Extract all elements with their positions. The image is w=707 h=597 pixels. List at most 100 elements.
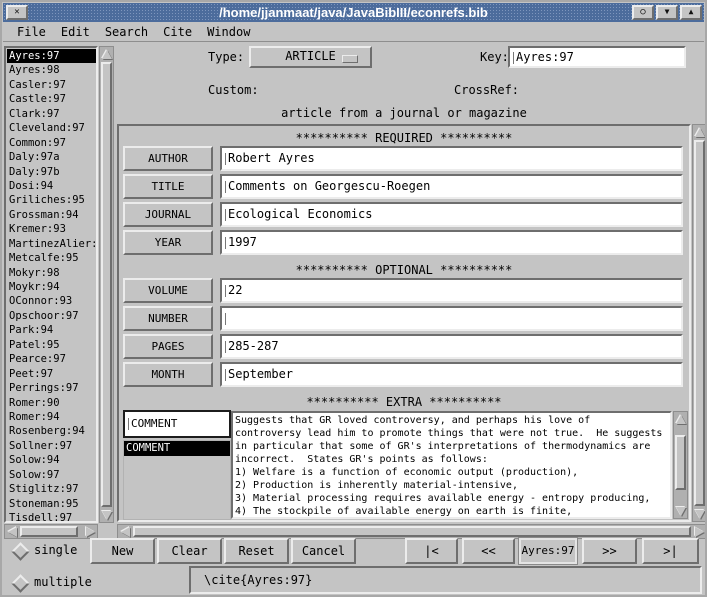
- entry-list-item[interactable]: Clark:97: [7, 107, 96, 121]
- form-vertical-scrollbar[interactable]: [692, 124, 707, 522]
- field-label-button[interactable]: JOURNAL: [123, 202, 213, 227]
- multiple-radio[interactable]: [11, 574, 29, 592]
- scroll-up-icon[interactable]: [674, 412, 687, 426]
- current-entry-display[interactable]: Ayres:97: [519, 538, 577, 564]
- entry-list-item[interactable]: Dosi:94: [7, 179, 96, 193]
- single-radio[interactable]: [11, 542, 29, 560]
- entry-list-item[interactable]: Griliches:95: [7, 193, 96, 207]
- entry-list-item[interactable]: Tisdell:97: [7, 511, 96, 523]
- field-label-button[interactable]: MONTH: [123, 362, 213, 387]
- next-entry-button[interactable]: >>: [582, 538, 637, 564]
- scrollbar-thumb[interactable]: [675, 435, 686, 490]
- entry-list-item[interactable]: Daly:97b: [7, 165, 96, 179]
- entry-list-item[interactable]: Solow:94: [7, 453, 96, 467]
- entry-list-item[interactable]: Casler:97: [7, 78, 96, 92]
- field-input[interactable]: Comments on Georgescu-Roegen: [220, 174, 683, 199]
- scroll-right-icon[interactable]: [83, 525, 97, 538]
- scroll-left-icon[interactable]: [118, 525, 132, 538]
- type-option-menu[interactable]: ARTICLE: [249, 46, 372, 68]
- field-input[interactable]: 285-287: [220, 334, 683, 359]
- entry-list-item[interactable]: MartinezAlier:9: [7, 237, 96, 251]
- entry-list-item[interactable]: Park:94: [7, 323, 96, 337]
- entry-list-item[interactable]: Romer:94: [7, 410, 96, 424]
- cite-input[interactable]: \cite{Ayres:97}: [189, 566, 702, 594]
- entry-list-item[interactable]: Patel:95: [7, 338, 96, 352]
- scroll-up-icon[interactable]: [693, 125, 706, 139]
- action-button[interactable]: Cancel: [291, 538, 356, 564]
- entry-list-item[interactable]: OConnor:93: [7, 294, 96, 308]
- entry-list-item[interactable]: Metcalfe:95: [7, 251, 96, 265]
- field-input[interactable]: [220, 306, 683, 331]
- field-label-button[interactable]: AUTHOR: [123, 146, 213, 171]
- comment-vertical-scrollbar[interactable]: [673, 411, 688, 519]
- entry-list-item[interactable]: Rosenberg:94: [7, 424, 96, 438]
- entry-list-item[interactable]: Peet:97: [7, 367, 96, 381]
- entry-list-item[interactable]: Grossman:94: [7, 208, 96, 222]
- field-row: TITLE Comments on Georgescu-Roegen: [121, 174, 687, 199]
- field-label-button[interactable]: YEAR: [123, 230, 213, 255]
- comment-textarea[interactable]: Suggests that GR loved controversy, and …: [231, 411, 672, 519]
- extra-field-list-item[interactable]: COMMENT: [124, 441, 230, 456]
- scroll-up-icon[interactable]: [100, 47, 113, 61]
- entry-list-item[interactable]: Perrings:97: [7, 381, 96, 395]
- entry-list-item[interactable]: Common:97: [7, 136, 96, 150]
- entry-list-item[interactable]: Stoneman:95: [7, 497, 96, 511]
- field-input[interactable]: 1997: [220, 230, 683, 255]
- menu-item[interactable]: Cite: [163, 25, 192, 39]
- extra-field-name-input[interactable]: COMMENT: [123, 410, 231, 438]
- scroll-down-icon[interactable]: [674, 504, 687, 518]
- entry-list-item[interactable]: Kremer:93: [7, 222, 96, 236]
- entry-list-item[interactable]: Opschoor:97: [7, 309, 96, 323]
- scrollbar-thumb[interactable]: [101, 62, 112, 507]
- entry-list-item[interactable]: Mokyr:98: [7, 266, 96, 280]
- previous-entry-button[interactable]: <<: [462, 538, 515, 564]
- scrollbar-thumb[interactable]: [20, 526, 78, 537]
- application-window: ✕ /home/jjanmaat/java/JavaBibIII/econref…: [0, 0, 707, 597]
- field-input[interactable]: Ecological Economics: [220, 202, 683, 227]
- last-entry-button[interactable]: >|: [642, 538, 699, 564]
- field-label-button[interactable]: NUMBER: [123, 306, 213, 331]
- menu-item[interactable]: Search: [105, 25, 148, 39]
- scrollbar-thumb[interactable]: [694, 140, 705, 506]
- field-input[interactable]: September: [220, 362, 683, 387]
- menu-item[interactable]: Edit: [61, 25, 90, 39]
- action-button[interactable]: Clear: [157, 538, 222, 564]
- field-label-button[interactable]: TITLE: [123, 174, 213, 199]
- entry-list-item[interactable]: Sollner:97: [7, 439, 96, 453]
- scroll-right-icon[interactable]: [692, 525, 706, 538]
- lower-window-icon[interactable]: ▼: [656, 5, 678, 20]
- first-entry-button[interactable]: |<: [405, 538, 458, 564]
- scroll-down-icon[interactable]: [100, 508, 113, 522]
- entry-list-horizontal-scrollbar[interactable]: [4, 524, 98, 539]
- scroll-left-icon[interactable]: [5, 525, 19, 538]
- entry-list-item[interactable]: Moykr:94: [7, 280, 96, 294]
- raise-window-icon[interactable]: ▲: [680, 5, 702, 20]
- entry-list-item[interactable]: Romer:90: [7, 396, 96, 410]
- entry-list-item[interactable]: Daly:97a: [7, 150, 96, 164]
- key-input[interactable]: Ayres:97: [508, 46, 686, 68]
- optional-section-heading: ********** OPTIONAL **********: [119, 263, 689, 277]
- field-label-button[interactable]: VOLUME: [123, 278, 213, 303]
- field-input[interactable]: 22: [220, 278, 683, 303]
- scroll-down-icon[interactable]: [693, 507, 706, 521]
- scrollbar-thumb[interactable]: [133, 526, 691, 537]
- entry-list-vertical-scrollbar[interactable]: [99, 46, 114, 523]
- entry-list-item[interactable]: Ayres:97: [7, 49, 96, 63]
- entry-list-item[interactable]: Cleveland:97: [7, 121, 96, 135]
- action-button[interactable]: New: [90, 538, 155, 564]
- field-input[interactable]: Robert Ayres: [220, 146, 683, 171]
- crossref-label: CrossRef:: [454, 83, 519, 97]
- field-label-button[interactable]: PAGES: [123, 334, 213, 359]
- entry-list-item[interactable]: Solow:97: [7, 468, 96, 482]
- title-bar[interactable]: ✕ /home/jjanmaat/java/JavaBibIII/econref…: [3, 3, 704, 22]
- entry-list-item[interactable]: Stiglitz:97: [7, 482, 96, 496]
- field-value: Ecological Economics: [228, 207, 373, 221]
- entry-list-item[interactable]: Ayres:98: [7, 63, 96, 77]
- form-horizontal-scrollbar[interactable]: [117, 524, 707, 539]
- menu-item[interactable]: File: [17, 25, 46, 39]
- entry-list-item[interactable]: Castle:97: [7, 92, 96, 106]
- menu-item[interactable]: Window: [207, 25, 250, 39]
- window-menu-icon[interactable]: ○: [632, 5, 654, 20]
- entry-list-item[interactable]: Pearce:97: [7, 352, 96, 366]
- action-button[interactable]: Reset: [224, 538, 289, 564]
